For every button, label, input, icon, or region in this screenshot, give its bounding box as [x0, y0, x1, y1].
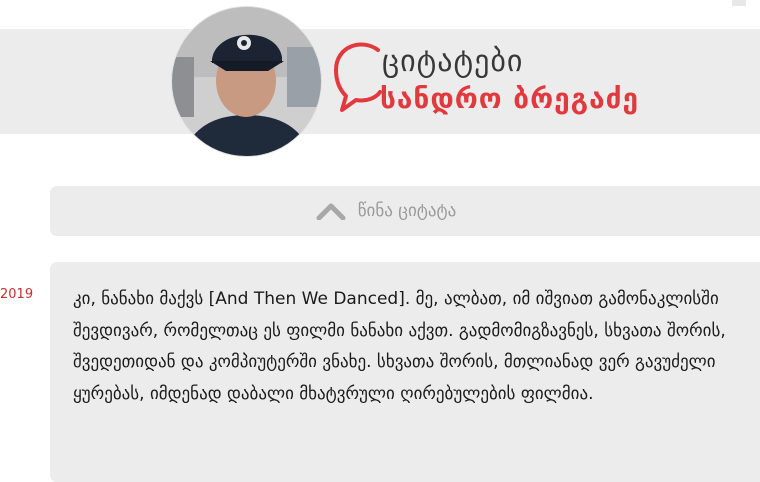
author-name: სანდრო ბრეგაძე — [380, 82, 640, 115]
top-bar-tab — [732, 0, 746, 6]
quote-text-before: კი, ნანახი მაქვს — [73, 289, 209, 309]
site-brand[interactable]: ციტატები სანდრო ბრეგაძე — [332, 38, 692, 128]
site-title: ციტატები — [382, 44, 524, 79]
previous-quote-button[interactable]: წინა ციტატა — [50, 186, 760, 236]
speech-bubble-icon — [334, 42, 382, 112]
previous-quote-label: წინა ციტატა — [357, 201, 457, 221]
author-photo-icon — [172, 7, 321, 156]
author-avatar — [171, 6, 322, 157]
film-title: [And Then We Danced] — [208, 289, 405, 309]
chevron-up-icon — [316, 203, 346, 220]
top-bar — [0, 0, 760, 6]
quote-date: 2019 — [0, 287, 34, 302]
quote-text: კი, ნანახი მაქვს [And Then We Danced]. მ… — [73, 284, 760, 410]
